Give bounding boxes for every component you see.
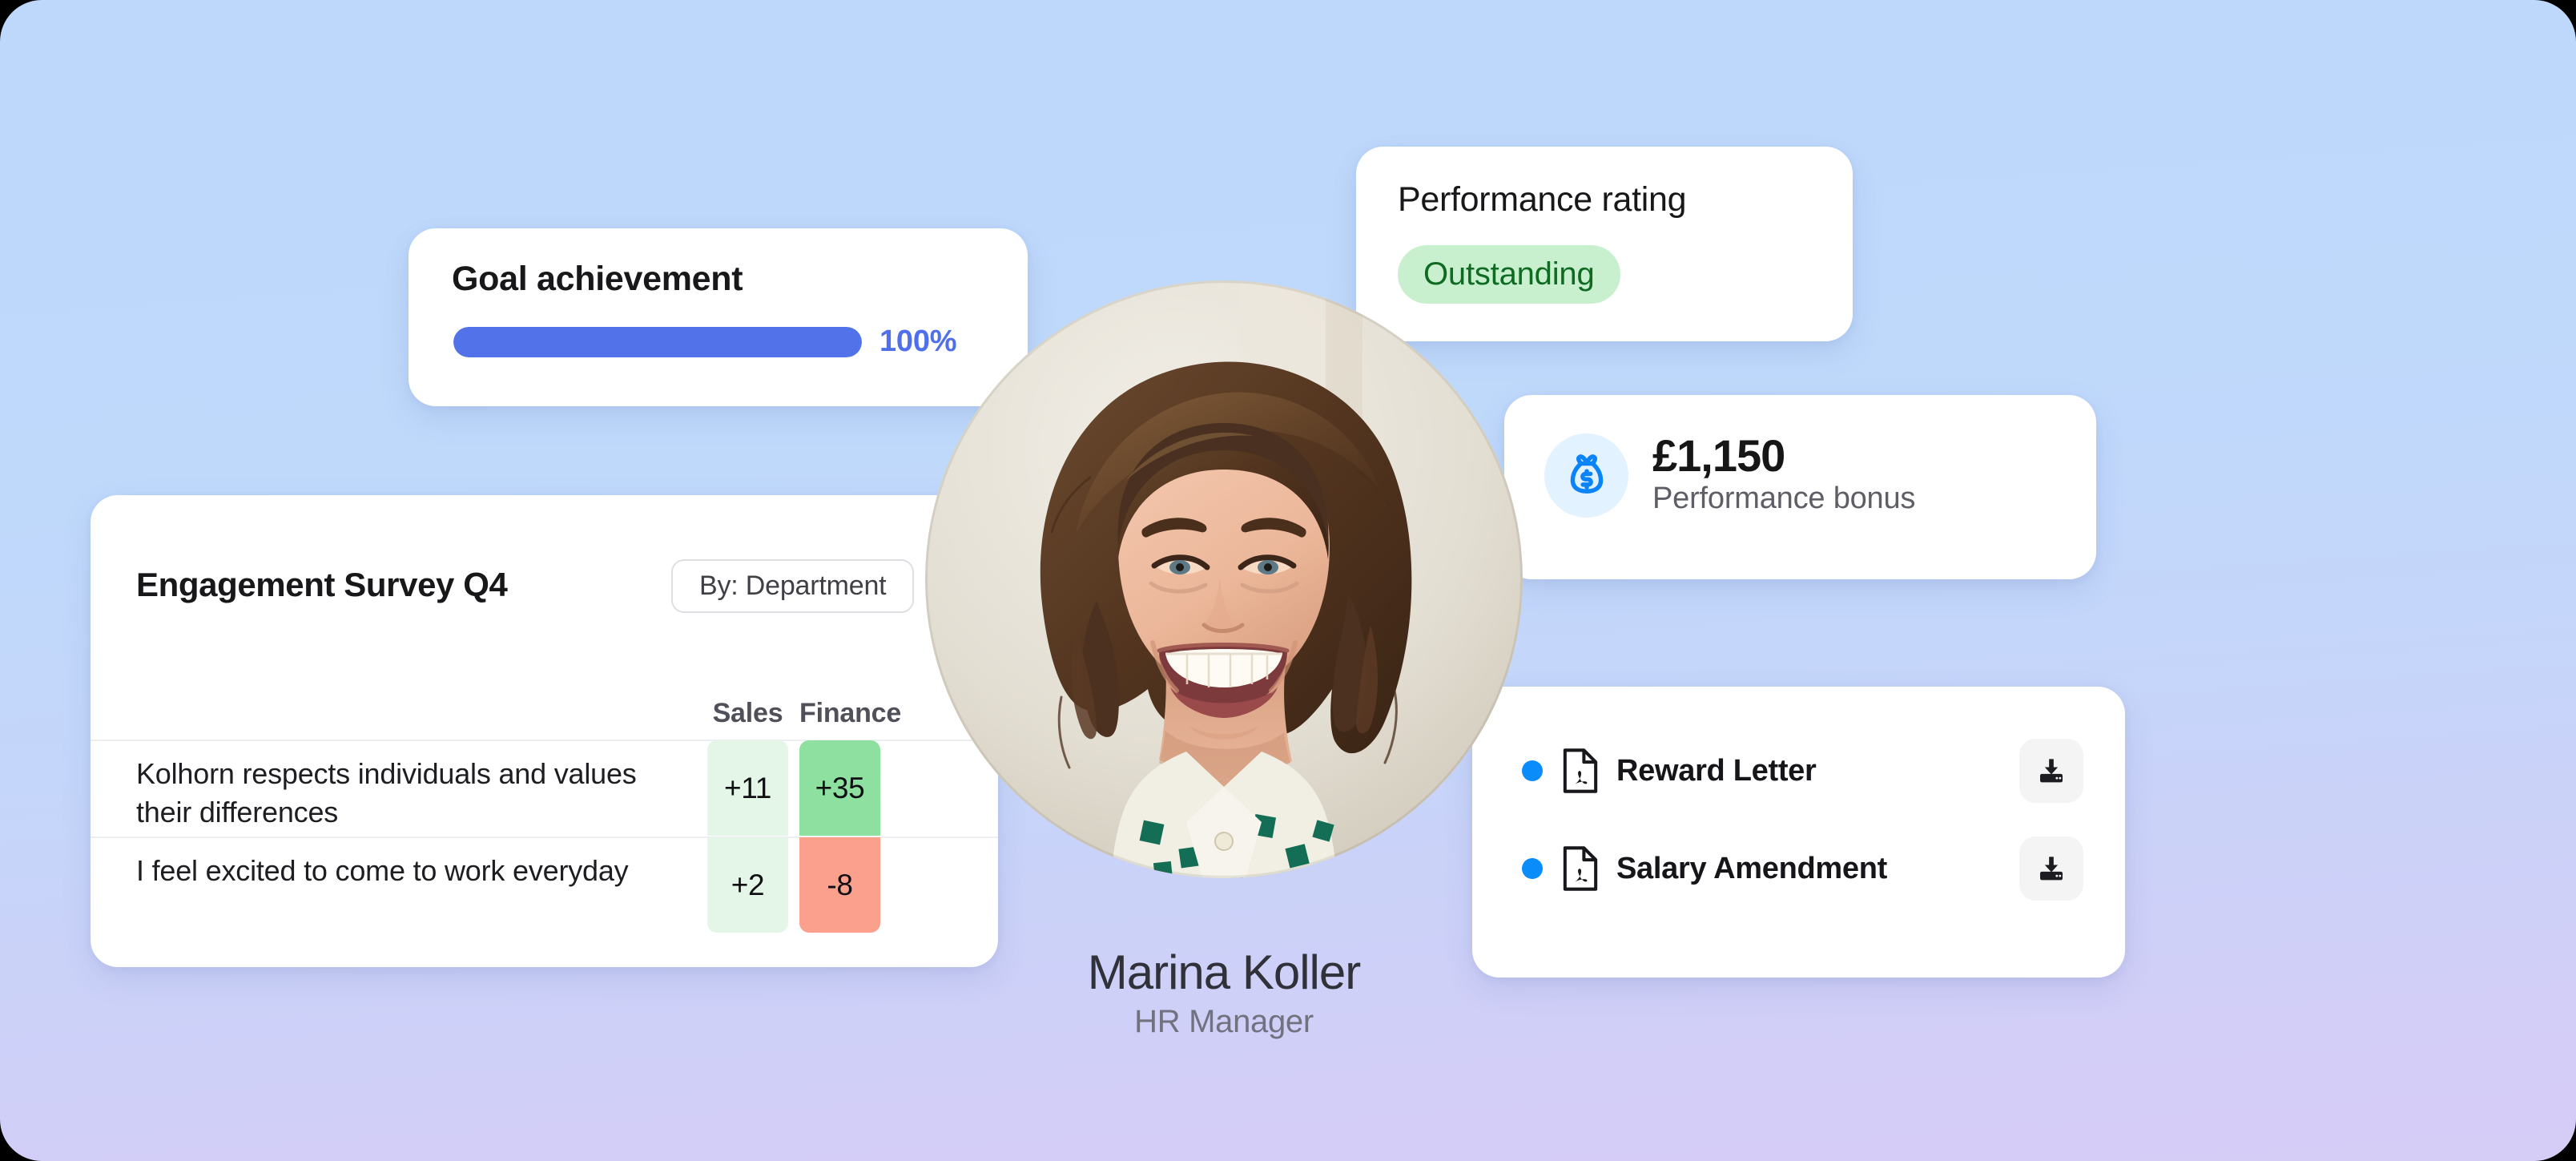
survey-question: Kolhorn respects individuals and values … (136, 757, 637, 828)
documents-card: Reward Letter Salary Amendment (1472, 687, 2125, 978)
download-button[interactable] (2019, 739, 2083, 803)
goal-progress-track (453, 326, 862, 357)
performance-bonus-content: £1,150 Performance bonus (1544, 430, 1916, 518)
document-name: Salary Amendment (1616, 851, 1888, 885)
page-title: Marina Koller (1087, 945, 1361, 999)
engagement-survey-title: Engagement Survey Q4 (136, 566, 508, 603)
pdf-file-icon (1563, 846, 1598, 891)
performance-bonus-label: Performance bonus (1652, 481, 1916, 515)
goal-achievement-title: Goal achievement (452, 260, 743, 298)
performance-bonus-card: £1,150 Performance bonus (1504, 395, 2096, 579)
table-row: I feel excited to come to work everyday … (91, 836, 998, 935)
document-name: Reward Letter (1616, 753, 1817, 788)
performance-rating-title: Performance rating (1398, 180, 1687, 219)
goal-progress-fill (453, 326, 862, 357)
performance-bonus-text: £1,150 Performance bonus (1652, 430, 1916, 518)
performance-rating-card: Performance rating Outstanding (1356, 147, 1853, 341)
money-bag-icon (1544, 433, 1628, 518)
table-row: Kolhorn respects individuals and values … (91, 740, 998, 838)
list-item[interactable]: Salary Amendment (1522, 833, 2083, 904)
download-button[interactable] (2019, 836, 2083, 901)
survey-question: I feel excited to come to work everyday (136, 854, 629, 887)
survey-score-cells: +11 +35 (707, 740, 880, 836)
column-header-finance: Finance (799, 698, 902, 728)
download-icon (2040, 759, 2063, 783)
list-item[interactable]: Reward Letter (1522, 736, 2083, 806)
performance-bonus-amount: £1,150 (1652, 430, 1785, 481)
profile-identity: Marina Koller HR Manager (925, 945, 1523, 1040)
pdf-file-icon (1563, 748, 1598, 793)
goal-progress-row: 100% (453, 325, 957, 359)
status-dot-icon (1522, 858, 1543, 879)
dashboard-canvas: Goal achievement 100% Performance rating… (0, 0, 2576, 1161)
survey-score-cell: +11 (707, 740, 788, 836)
survey-score-cells: +2 -8 (707, 837, 880, 933)
column-header-sales: Sales (712, 698, 783, 728)
profile-role: HR Manager (1134, 1004, 1314, 1040)
survey-score-cell: +2 (707, 837, 788, 933)
avatar (925, 280, 1523, 878)
download-icon (2040, 857, 2063, 881)
survey-score-cell: -8 (799, 837, 880, 933)
department-filter-label: By: Department (699, 570, 887, 601)
survey-column-headers: Sales Finance (707, 698, 902, 729)
profile-photo (925, 280, 1523, 878)
survey-score-cell: +35 (799, 740, 880, 836)
engagement-survey-card: Engagement Survey Q4 By: Department Sale… (91, 495, 998, 967)
goal-progress-value: 100% (879, 325, 957, 358)
goal-achievement-card: Goal achievement 100% (409, 228, 1028, 406)
department-filter-dropdown[interactable]: By: Department (671, 559, 915, 613)
status-dot-icon (1522, 760, 1543, 781)
performance-rating-badge: Outstanding (1398, 245, 1620, 304)
